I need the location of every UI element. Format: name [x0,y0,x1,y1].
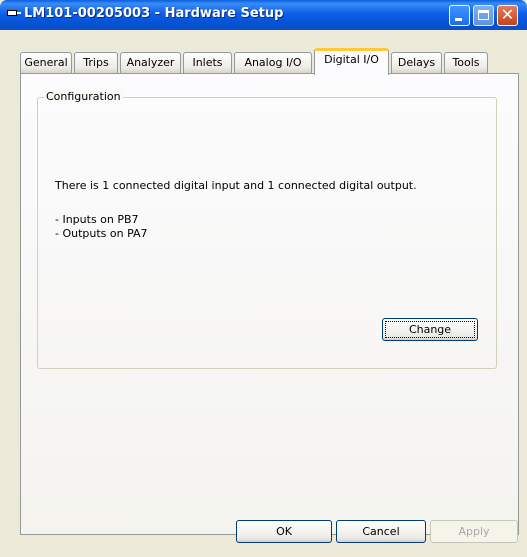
cancel-button[interactable]: Cancel [336,520,426,543]
close-button[interactable]: ✕ [497,5,518,26]
apply-button[interactable]: Apply [430,520,518,543]
tab-general[interactable]: General [20,52,72,74]
tab-tools[interactable]: Tools [444,52,488,74]
close-icon: ✕ [500,5,515,24]
ok-button[interactable]: OK [236,520,332,543]
tab-delays[interactable]: Delays [391,52,442,74]
minimize-icon [455,18,462,21]
window-title: LM101-00205003 - Hardware Setup [24,6,284,21]
maximize-button[interactable] [473,5,494,26]
configuration-group-title: Configuration [44,90,123,104]
change-button[interactable]: Change [382,318,478,341]
minimize-button[interactable] [449,5,470,26]
title-bar[interactable]: LM101-00205003 - Hardware Setup ✕ [0,0,527,30]
tab-inlets[interactable]: Inlets [183,52,232,74]
tab-trips[interactable]: Trips [74,52,118,74]
inputs-port-text: - Inputs on PB7 [55,213,139,226]
app-icon [7,9,21,17]
configuration-group: Configuration There is 1 connected digit… [37,90,497,369]
connection-summary-text: There is 1 connected digital input and 1… [55,179,417,192]
tab-page-digital-io: Configuration There is 1 connected digit… [20,73,519,535]
hardware-setup-window: LM101-00205003 - Hardware Setup ✕ Genera… [0,0,527,557]
outputs-port-text: - Outputs on PA7 [55,227,148,240]
tab-digital-io[interactable]: Digital I/O [314,48,389,75]
maximize-icon [478,10,489,20]
tab-analyzer[interactable]: Analyzer [120,52,181,74]
tab-analog-io[interactable]: Analog I/O [234,52,312,74]
